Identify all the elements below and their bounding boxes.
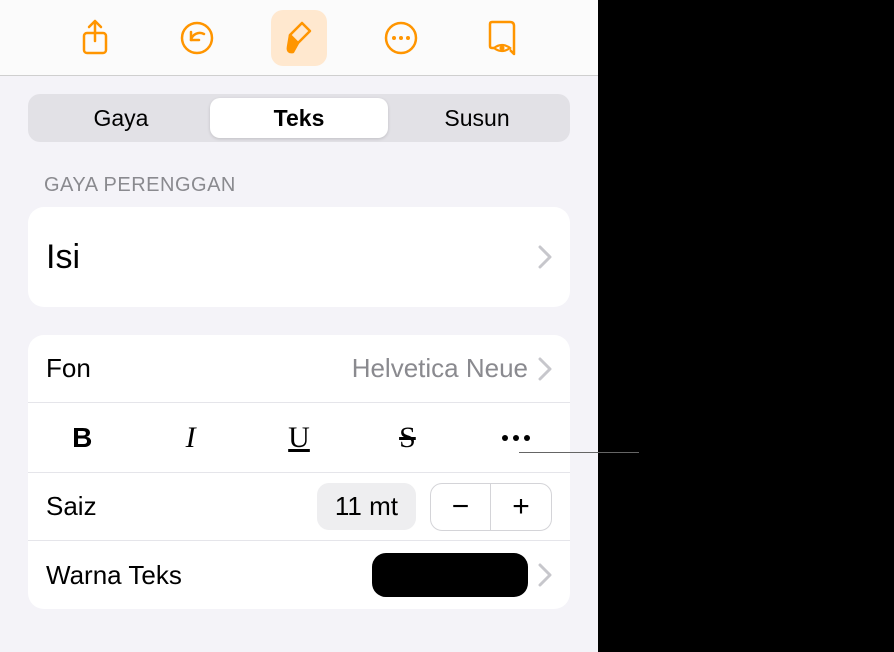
chevron-right-icon — [538, 563, 552, 587]
size-row: Saiz 11 mt − + — [28, 473, 570, 541]
size-value[interactable]: 11 mt — [317, 483, 416, 530]
size-decrement-button[interactable]: − — [431, 484, 491, 530]
size-label: Saiz — [46, 491, 97, 522]
text-color-swatch[interactable] — [372, 553, 528, 597]
tab-style[interactable]: Gaya — [32, 98, 210, 138]
paragraph-style-card: Isi — [28, 207, 570, 307]
chevron-right-icon — [538, 245, 552, 269]
italic-button[interactable]: I — [136, 403, 244, 472]
font-settings-card: Fon Helvetica Neue B I U S Saiz 11 mt − … — [28, 335, 570, 609]
size-increment-button[interactable]: + — [491, 484, 551, 530]
font-row[interactable]: Fon Helvetica Neue — [28, 335, 570, 403]
top-toolbar — [0, 0, 598, 76]
tab-text[interactable]: Teks — [210, 98, 388, 138]
format-panel: Gaya Teks Susun GAYA PERENGGAN Isi Fon H… — [0, 0, 598, 652]
format-brush-button[interactable] — [271, 10, 327, 66]
text-color-row[interactable]: Warna Teks — [28, 541, 570, 609]
paragraph-style-row[interactable]: Isi — [28, 207, 570, 307]
callout-line — [519, 452, 639, 453]
paragraph-style-heading: GAYA PERENGGAN — [44, 174, 554, 197]
text-style-row: B I U S — [28, 403, 570, 473]
underline-button[interactable]: U — [245, 403, 353, 472]
chevron-right-icon — [538, 357, 552, 381]
paragraph-style-value: Isi — [46, 238, 80, 277]
format-tabs: Gaya Teks Susun — [28, 94, 570, 142]
bold-button[interactable]: B — [28, 403, 136, 472]
font-value: Helvetica Neue — [352, 353, 528, 384]
strikethrough-button[interactable]: S — [353, 403, 461, 472]
font-label: Fon — [46, 353, 91, 384]
text-color-label: Warna Teks — [46, 560, 182, 591]
more-button[interactable] — [373, 10, 429, 66]
size-stepper: − + — [430, 483, 552, 531]
tab-arrange[interactable]: Susun — [388, 98, 566, 138]
reading-mode-button[interactable] — [475, 10, 531, 66]
more-text-options-button[interactable] — [462, 403, 570, 472]
ellipsis-icon — [502, 435, 530, 441]
share-button[interactable] — [67, 10, 123, 66]
undo-button[interactable] — [169, 10, 225, 66]
